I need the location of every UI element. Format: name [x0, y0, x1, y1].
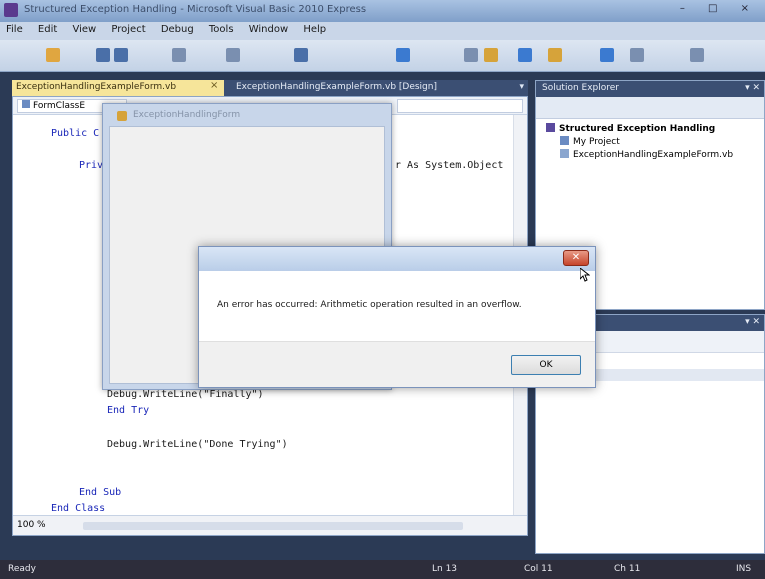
- status-char: Ch 11: [614, 564, 641, 574]
- solution-explorer-toolbar: [536, 97, 764, 119]
- document-tabs: ExceptionHandlingExampleForm.vb × Except…: [12, 80, 528, 96]
- editor-horizontal-scrollbar[interactable]: [83, 522, 463, 530]
- code-line-public: Public C: [51, 128, 100, 139]
- code-line-end-sub: End Sub: [79, 487, 122, 498]
- save-icon[interactable]: [96, 48, 110, 62]
- tab-code[interactable]: ExceptionHandlingExampleForm.vb: [12, 80, 224, 96]
- form-window-title: ExceptionHandlingForm: [133, 110, 241, 120]
- class-icon: [22, 100, 30, 108]
- form-file-icon: [560, 149, 569, 158]
- tab-dropdown-icon[interactable]: ▾: [519, 82, 524, 92]
- menu-file[interactable]: File: [0, 22, 29, 37]
- toolbox-icon[interactable]: [548, 48, 562, 62]
- tree-item-my-project[interactable]: My Project: [546, 136, 754, 147]
- comment-icon[interactable]: [630, 48, 644, 62]
- menu-edit[interactable]: Edit: [32, 22, 63, 37]
- mouse-pointer-icon: [580, 268, 590, 282]
- step-into-icon[interactable]: [464, 48, 478, 62]
- new-project-icon[interactable]: [46, 48, 60, 62]
- code-line-finally-call: Debug.WriteLine("Finally"): [107, 389, 264, 400]
- code-line-end-class: End Class: [51, 503, 106, 514]
- menu-view[interactable]: View: [66, 22, 102, 37]
- panel-close-icon[interactable]: ▾ ✕: [745, 83, 760, 93]
- status-column: Col 11: [524, 564, 553, 574]
- tree-item-project[interactable]: Structured Exception Handling: [546, 123, 754, 134]
- error-message-text: An error has occurred: Arithmetic operat…: [217, 300, 522, 310]
- my-project-icon: [560, 136, 569, 145]
- solution-tree: Structured Exception Handling My Project…: [536, 119, 764, 166]
- class-dropdown-label: FormClassE: [33, 101, 86, 111]
- properties-close-icon[interactable]: ▾ ✕: [745, 317, 760, 327]
- menu-debug[interactable]: Debug: [155, 22, 200, 37]
- method-dropdown[interactable]: [397, 99, 523, 113]
- window-title: Structured Exception Handling - Microsof…: [24, 4, 367, 15]
- code-line-end-try: End Try: [107, 405, 150, 416]
- editor-zoom-bar: 100 %: [13, 515, 527, 535]
- visual-studio-icon: [4, 3, 18, 17]
- solution-explorer-icon[interactable]: [518, 48, 532, 62]
- code-line-done-call: Debug.WriteLine("Done Trying"): [107, 439, 288, 450]
- menu-bar: File Edit View Project Debug Tools Windo…: [0, 22, 765, 40]
- code-line-private: Priv: [79, 160, 104, 171]
- find-icon[interactable]: [484, 48, 498, 62]
- window-controls[interactable]: – □ ×: [680, 3, 759, 14]
- options-icon[interactable]: [690, 48, 704, 62]
- code-line-sender: r As System.Object: [395, 160, 504, 171]
- menu-help[interactable]: Help: [297, 22, 332, 37]
- copy-icon[interactable]: [226, 48, 240, 62]
- start-debugging-icon[interactable]: [396, 48, 410, 62]
- cut-icon[interactable]: [172, 48, 186, 62]
- message-box-titlebar: ✕: [199, 247, 595, 271]
- menu-tools[interactable]: Tools: [203, 22, 240, 37]
- undo-icon[interactable]: [294, 48, 308, 62]
- status-line: Ln 13: [432, 564, 458, 574]
- tab-code-label: ExceptionHandlingExampleForm.vb: [16, 82, 177, 92]
- save-all-icon[interactable]: [114, 48, 128, 62]
- ok-button[interactable]: OK: [511, 355, 581, 375]
- status-bar: Ready Ln 13 Col 11 Ch 11 INS: [0, 560, 765, 579]
- menu-window[interactable]: Window: [243, 22, 294, 37]
- status-insert-mode: INS: [736, 564, 752, 574]
- menu-project[interactable]: Project: [105, 22, 151, 37]
- tree-item-form[interactable]: ExceptionHandlingExampleForm.vb: [546, 149, 754, 160]
- toolbar: [0, 40, 765, 72]
- solution-explorer-header: Solution Explorer ▾ ✕: [536, 81, 764, 97]
- properties-icon[interactable]: [600, 48, 614, 62]
- solution-explorer-title: Solution Explorer: [542, 83, 619, 93]
- tab-design[interactable]: ExceptionHandlingExampleForm.vb [Design]: [230, 80, 450, 96]
- message-box-footer: OK: [199, 341, 595, 387]
- close-tab-icon[interactable]: ×: [210, 80, 218, 91]
- project-icon: [546, 123, 555, 132]
- title-bar: Structured Exception Handling - Microsof…: [0, 0, 765, 22]
- zoom-level[interactable]: 100 %: [17, 520, 46, 530]
- error-message-box: ✕ An error has occurred: Arithmetic oper…: [198, 246, 596, 388]
- close-icon[interactable]: ✕: [563, 250, 589, 266]
- status-ready: Ready: [8, 564, 36, 574]
- form-icon: [117, 111, 127, 121]
